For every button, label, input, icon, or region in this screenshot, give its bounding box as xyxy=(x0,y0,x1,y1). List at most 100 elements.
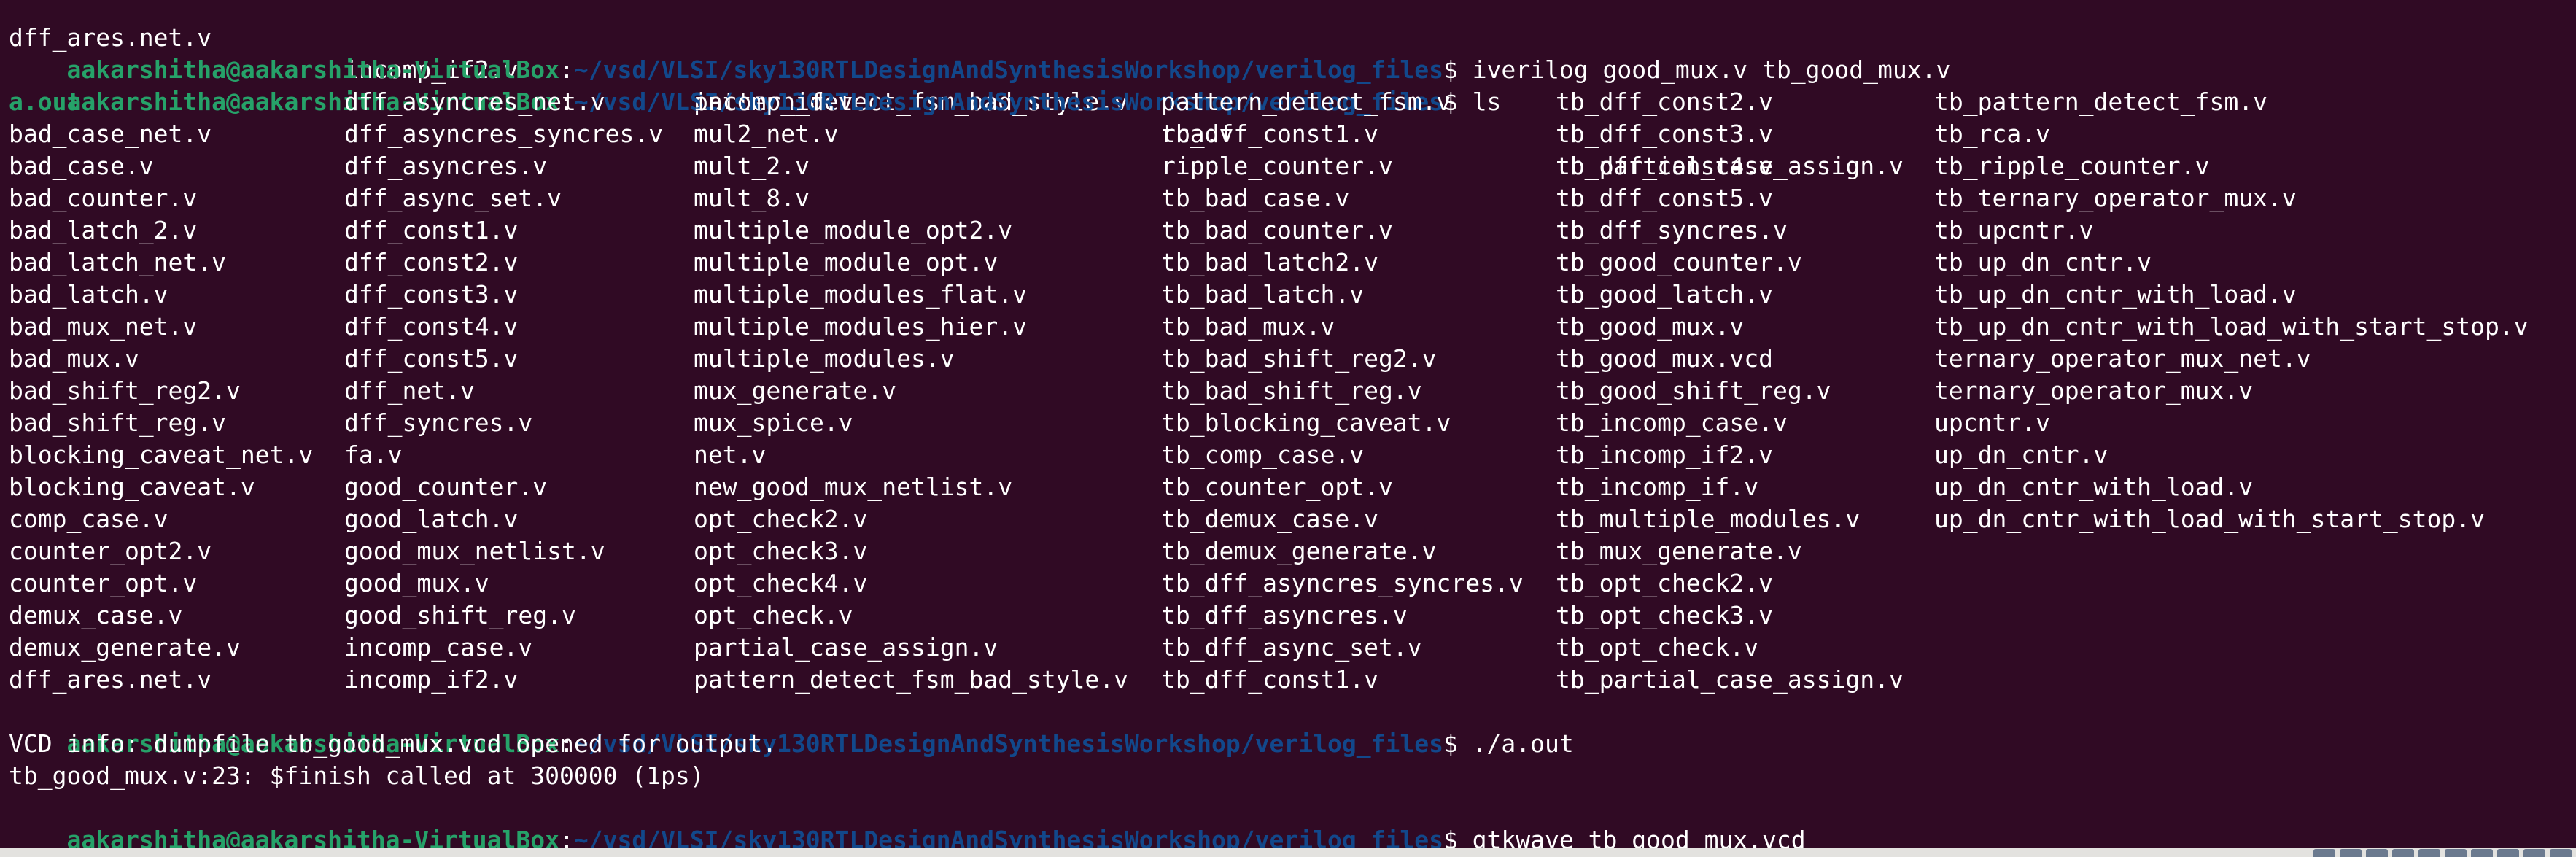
list-item: bad_shift_reg2.v xyxy=(9,376,241,405)
list-item: tb_incomp_if.v xyxy=(1556,473,1759,501)
ls-output: a.out bad_case_net.v bad_case.v bad_counter… xyxy=(9,86,2561,696)
list-item: demux_generate.v xyxy=(9,633,241,662)
list-item: good_mux_netlist.v xyxy=(344,537,605,565)
list-item: mux_generate.v xyxy=(694,376,897,405)
list-item: tb_incomp_case.v xyxy=(1556,408,1788,437)
list-item: multiple_modules_flat.v xyxy=(694,280,1027,309)
display-icon[interactable] xyxy=(2366,849,2388,857)
list-item: net.v xyxy=(694,441,767,469)
list-item: tb_bad_latch.v xyxy=(1161,280,1365,309)
list-item: mult_8.v xyxy=(694,184,810,212)
network-icon[interactable] xyxy=(2313,849,2335,857)
list-item: tb_dff_asyncres.v xyxy=(1161,601,1408,629)
list-item: tb_dff_async_set.v xyxy=(1161,633,1422,662)
list-item: tb_incomp_if2.v xyxy=(1556,441,1774,469)
list-item: tb_bad_shift_reg.v xyxy=(1161,376,1422,405)
list-item: tb_opt_check.v xyxy=(1556,633,1759,662)
list-item: multiple_module_opt.v xyxy=(694,248,998,276)
list-item: fa.v xyxy=(344,441,403,469)
output-line: VCD info: dumpfile tb_good_mux.vcd opene… xyxy=(9,729,777,758)
list-item: bad_mux.v xyxy=(9,344,139,373)
prompt-line-iverilog: aakarshitha@aakarshitha-VirtualBox:~/vsd… xyxy=(66,55,1951,84)
list-item: opt_check2.v xyxy=(694,505,868,533)
list-item: incomp_if2.v xyxy=(344,665,519,694)
list-item: tb_pattern_detect_fsm.v xyxy=(1934,88,2267,116)
mouse-icon[interactable] xyxy=(2523,849,2545,857)
list-item: bad_case_net.v xyxy=(9,120,212,148)
record-icon[interactable] xyxy=(2497,849,2519,857)
list-item: dff_const5.v xyxy=(344,344,519,373)
disk-icon[interactable] xyxy=(2340,849,2362,857)
list-item: tb_dff_const2.v xyxy=(1556,88,1774,116)
status-bar xyxy=(0,848,2576,857)
list-item: up_dn_cntr.v xyxy=(1934,441,2108,469)
list-item: bad_latch_2.v xyxy=(9,216,198,244)
output-line: tb_good_mux.v:23: $finish called at 3000… xyxy=(9,761,705,790)
ls-partial-row: dff_ares.net.v incomp_if2.v pattern_dete… xyxy=(9,0,1904,180)
list-item: counter_opt.v xyxy=(9,569,198,597)
list-item: tb_bad_counter.v xyxy=(1161,216,1393,244)
list-item: good_mux.v xyxy=(344,569,489,597)
prompt-line-run: aakarshitha@aakarshitha-VirtualBox:~/vsd… xyxy=(66,729,1574,758)
list-item: bad_case.v xyxy=(9,152,154,180)
list-item: tb_good_mux.v xyxy=(1556,312,1745,341)
list-item: bad_shift_reg.v xyxy=(9,408,227,437)
list-item: tb_opt_check3.v xyxy=(1556,601,1774,629)
list-item: upcntr.v xyxy=(1934,408,2050,437)
list-item: tb_counter_opt.v xyxy=(1161,473,1393,501)
list-item: tb_partial_case_assign.v xyxy=(1556,665,1904,694)
audio-icon[interactable] xyxy=(2445,849,2467,857)
list-item: opt_check4.v xyxy=(694,569,868,597)
list-item: mult_2.v xyxy=(694,152,810,180)
prompt-line-ls: aakarshitha@aakarshitha-VirtualBox:~/vsd… xyxy=(66,88,1502,116)
list-item: good_latch.v xyxy=(344,505,519,533)
list-item: tb_ternary_operator_mux.v xyxy=(1934,184,2297,212)
window-icon[interactable] xyxy=(2471,849,2493,857)
list-item: tb_ripple_counter.v xyxy=(1934,152,2210,180)
usb-icon[interactable] xyxy=(2392,849,2414,857)
list-item: dff_const3.v xyxy=(344,280,519,309)
command-text: gtkwave tb_good_mux.vcd xyxy=(1472,826,1806,848)
list-item: dff_ares.net.v xyxy=(9,665,212,694)
terminal-window[interactable]: dff_ares.net.v incomp_if2.v pattern_dete… xyxy=(0,0,2576,848)
list-item: ternary_operator_mux.v xyxy=(1934,376,2254,405)
list-item: tb_multiple_modules.v xyxy=(1556,505,1861,533)
list-item: tb_demux_generate.v xyxy=(1161,537,1437,565)
list-item: multiple_module_opt2.v xyxy=(694,216,1013,244)
list-item: tb_bad_latch2.v xyxy=(1161,248,1379,276)
list-item: up_dn_cntr_with_load.v xyxy=(1934,473,2254,501)
list-item: a.out xyxy=(9,88,82,116)
list-item: comp_case.v xyxy=(9,505,168,533)
prompt-symbol: $ xyxy=(1443,826,1458,848)
list-item: tb_dff_const4.v xyxy=(1556,152,1774,180)
list-item: dff_asyncres.v xyxy=(344,152,548,180)
list-item: opt_check.v xyxy=(694,601,853,629)
prompt-symbol: $ xyxy=(1443,729,1458,758)
prompt-user-host: aakarshitha@aakarshitha-VirtualBox xyxy=(66,826,559,848)
list-item: bad_mux_net.v xyxy=(9,312,198,341)
list-item: mul2_net.v xyxy=(694,120,839,148)
list-item: tb_bad_shift_reg2.v xyxy=(1161,344,1437,373)
command-text: ./a.out xyxy=(1472,729,1574,758)
list-item: dff_const4.v xyxy=(344,312,519,341)
list-item: tb_dff_syncres.v xyxy=(1556,216,1788,244)
list-item: demux_case.v xyxy=(9,601,183,629)
list-item: bad_latch.v xyxy=(9,280,168,309)
list-item: new_good_mux_netlist.v xyxy=(694,473,1013,501)
list-item: tb_opt_check2.v xyxy=(1556,569,1774,597)
list-item: dff_asyncres_syncres.v xyxy=(344,120,664,148)
prompt-cwd: ~/vsd/VLSI/sky130RTLDesignAndSynthesisWo… xyxy=(573,826,1443,848)
list-item: blocking_caveat_net.v xyxy=(9,441,314,469)
list-item: blocking_caveat.v xyxy=(9,473,255,501)
folder-icon[interactable] xyxy=(2418,849,2440,857)
list-item: pattern_detect_fsm_bad_style.v xyxy=(694,665,1129,694)
system-tray xyxy=(2313,848,2572,857)
list-item: rca.v xyxy=(1161,120,1234,148)
list-item: tb_up_dn_cntr_with_load_with_start_stop.… xyxy=(1934,312,2529,341)
list-item: tb_mux_generate.v xyxy=(1556,537,1802,565)
list-item: dff_const2.v xyxy=(344,248,519,276)
keyboard-icon[interactable] xyxy=(2550,849,2572,857)
list-item: tb_bad_mux.v xyxy=(1161,312,1335,341)
list-item: ternary_operator_mux_net.v xyxy=(1934,344,2311,373)
list-item: counter_opt2.v xyxy=(9,537,212,565)
